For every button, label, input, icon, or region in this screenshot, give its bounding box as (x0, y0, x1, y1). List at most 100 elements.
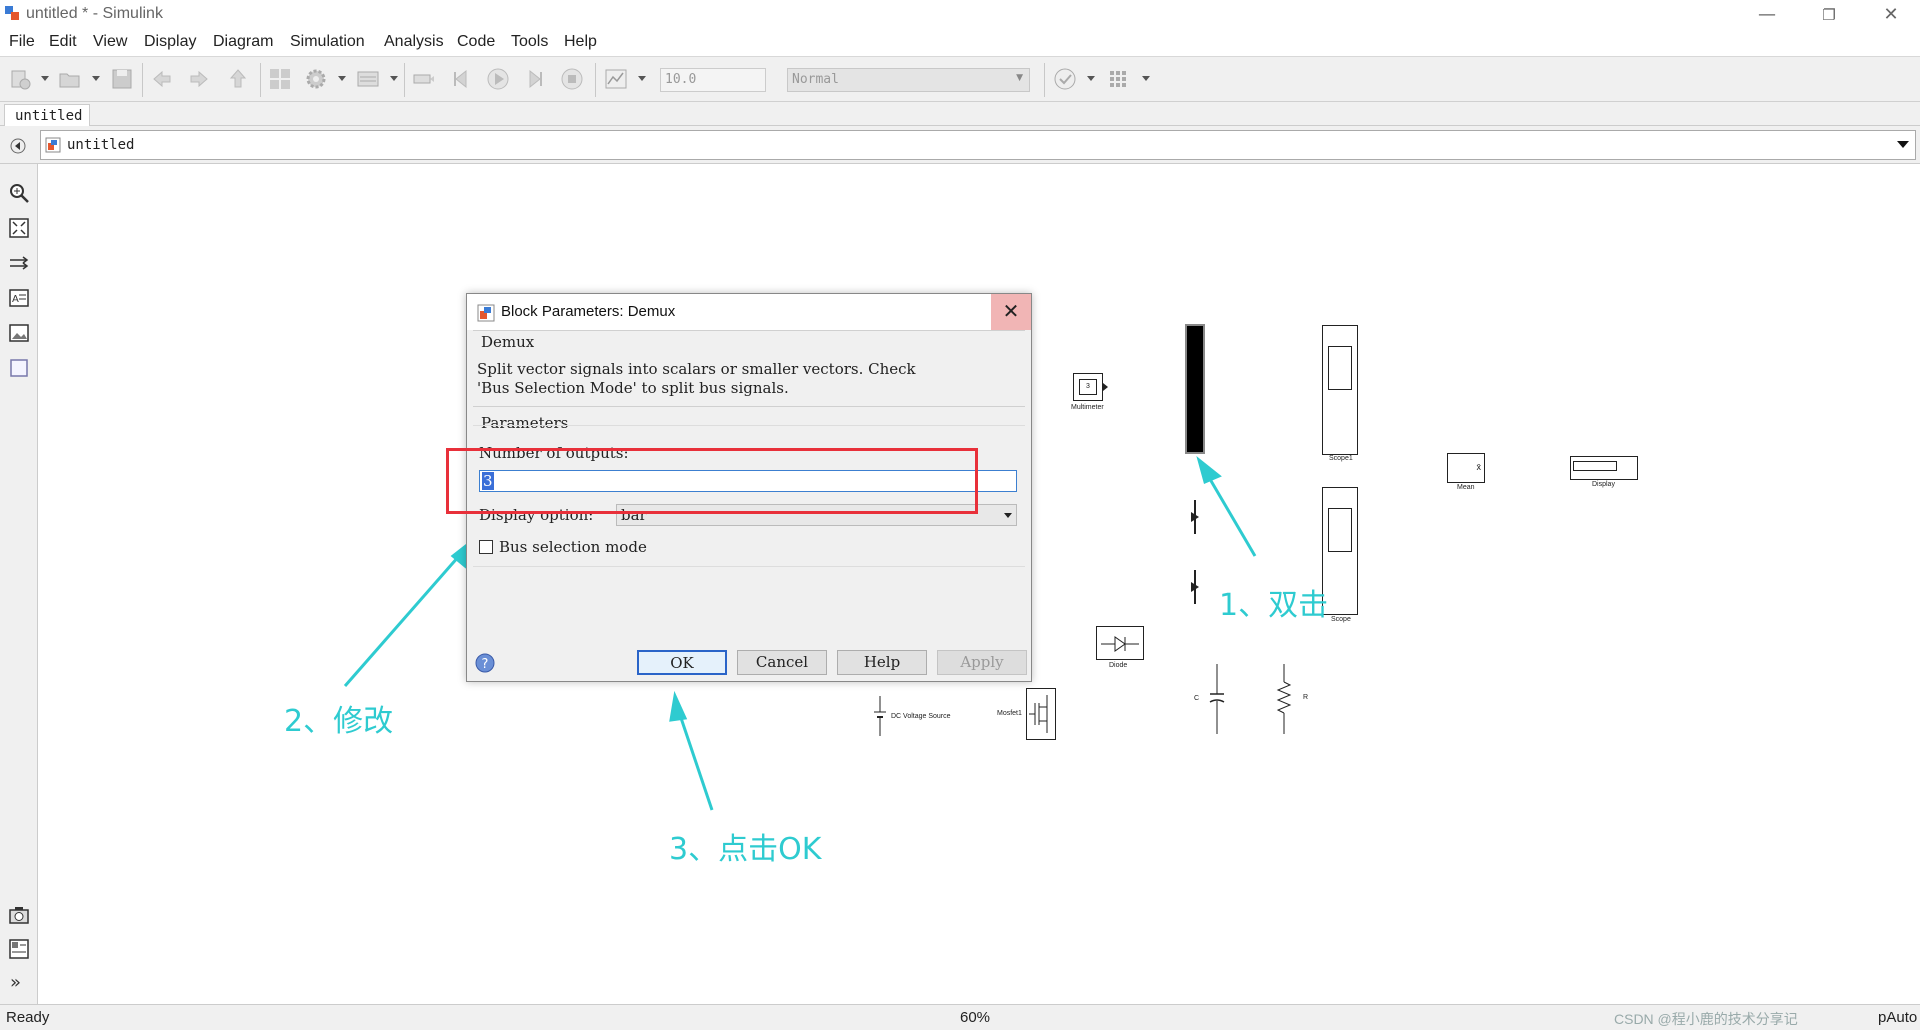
image-icon[interactable] (8, 322, 30, 344)
display-label: Display (1592, 481, 1615, 488)
capacitor-symbol-icon[interactable] (1208, 664, 1226, 734)
minimize-button[interactable]: — (1744, 2, 1790, 28)
zoom-icon[interactable] (8, 182, 30, 204)
apply-button[interactable]: Apply (937, 650, 1027, 675)
open-icon[interactable] (58, 67, 82, 91)
help-button[interactable]: Help (837, 650, 927, 675)
mean-label: Mean (1457, 484, 1475, 491)
advisor-dropdown-icon[interactable] (1087, 76, 1095, 81)
build-grid-icon[interactable] (1108, 67, 1132, 91)
multimeter-label: Multimeter (1071, 404, 1104, 411)
close-window-button[interactable]: ✕ (1868, 2, 1914, 28)
stop-icon[interactable] (560, 67, 584, 91)
dialog-close-button[interactable]: ✕ (991, 294, 1031, 330)
dc-source-symbol-icon[interactable] (873, 696, 887, 736)
diode-label: Diode (1109, 662, 1128, 669)
new-model-icon[interactable] (8, 67, 32, 91)
simulation-mode-value: Normal (792, 72, 839, 87)
annotation-step3: 3、点击OK (669, 832, 822, 867)
settings-dropdown-icon[interactable] (338, 76, 346, 81)
inspector-dropdown-icon[interactable] (638, 76, 646, 81)
step-backward-icon[interactable] (450, 67, 474, 91)
tab-bar: untitled (0, 102, 1920, 126)
highlight-box (446, 448, 978, 514)
menu-analysis[interactable]: Analysis (384, 33, 444, 51)
left-palette: A » (0, 164, 38, 1004)
model-browser-icon[interactable] (8, 938, 30, 960)
forward-icon[interactable] (187, 67, 211, 91)
menu-tools[interactable]: Tools (511, 33, 548, 51)
multimeter-block[interactable]: 3 (1073, 373, 1108, 401)
svg-text:A: A (12, 294, 19, 305)
help-question-icon[interactable]: ? (475, 653, 495, 673)
tab-untitled[interactable]: untitled (4, 104, 90, 126)
cancel-button[interactable]: Cancel (737, 650, 827, 675)
area-icon[interactable] (8, 357, 30, 379)
ok-button[interactable]: OK (637, 650, 727, 675)
menu-view[interactable]: View (93, 33, 127, 51)
demux-block[interactable] (1185, 324, 1205, 454)
annotation-icon[interactable]: A (8, 287, 30, 309)
title-bar: untitled * - Simulink — ❐ ✕ (0, 0, 1920, 28)
menu-simulation[interactable]: Simulation (290, 33, 365, 51)
restore-button[interactable]: ❐ (1806, 2, 1852, 28)
open-dropdown-icon[interactable] (92, 76, 100, 81)
up-to-parent-icon[interactable] (226, 67, 250, 91)
expand-palette-icon[interactable]: » (10, 972, 21, 993)
diode-symbol-icon (1101, 636, 1139, 652)
fit-to-view-icon[interactable] (8, 217, 30, 239)
screenshot-camera-icon[interactable] (8, 904, 30, 926)
hide-browser-icon[interactable] (10, 138, 26, 154)
arrow-step1 (1205, 473, 1257, 557)
new-dropdown-icon[interactable] (41, 76, 49, 81)
model-icon (45, 137, 61, 153)
diode-block[interactable] (1096, 626, 1144, 660)
arrow-connect-icon[interactable] (8, 252, 30, 274)
menu-bar: File Edit View Display Diagram Simulatio… (0, 28, 1920, 56)
scope-screen (1328, 346, 1352, 390)
dialog-title: Block Parameters: Demux (501, 303, 676, 320)
menu-diagram[interactable]: Diagram (213, 33, 273, 51)
data-inspector-icon[interactable] (604, 67, 628, 91)
menu-display[interactable]: Display (144, 33, 196, 51)
simulink-app-icon (5, 6, 19, 20)
multimeter-display: 3 (1079, 379, 1097, 395)
run-icon[interactable] (486, 67, 510, 91)
stop-time-input[interactable]: 10.0 (660, 68, 766, 92)
connection-port-icon (1191, 500, 1199, 534)
step-back-icon[interactable] (412, 67, 436, 91)
display-block[interactable] (1570, 456, 1638, 480)
mosfet-block[interactable] (1026, 688, 1056, 740)
menu-file[interactable]: File (9, 33, 35, 51)
toolbar: 10.0 Normal ▼ (0, 56, 1920, 102)
build-dropdown-icon[interactable] (1142, 76, 1150, 81)
resistor-symbol-icon[interactable] (1276, 664, 1292, 734)
path-dropdown-icon[interactable] (1897, 141, 1909, 148)
annotation-step2: 2、修改 (284, 704, 394, 739)
simulation-mode-select[interactable]: Normal ▼ (787, 68, 1030, 92)
description-line-2: 'Bus Selection Mode' to split bus signal… (477, 379, 789, 397)
model-advisor-icon[interactable] (1053, 67, 1077, 91)
back-icon[interactable] (150, 67, 174, 91)
step-forward-icon[interactable] (522, 67, 546, 91)
save-icon[interactable] (110, 67, 134, 91)
simulink-block-icon (477, 304, 495, 322)
arrow-step2 (343, 555, 461, 687)
resistor-label: R (1303, 694, 1309, 701)
model-path-field[interactable]: untitled (40, 130, 1916, 160)
menu-code[interactable]: Code (457, 33, 495, 51)
dc-source-label: DC Voltage Source (891, 713, 951, 720)
scope1-block[interactable] (1322, 325, 1358, 455)
scope1-label: Scope1 (1329, 455, 1353, 462)
status-text: Ready (6, 1009, 50, 1026)
menu-help[interactable]: Help (564, 33, 597, 51)
output-port-icon (1103, 383, 1108, 391)
menu-edit[interactable]: Edit (49, 33, 77, 51)
model-explorer-icon[interactable] (356, 67, 380, 91)
mean-block[interactable]: x̄ (1447, 453, 1485, 483)
settings-gear-icon[interactable] (304, 67, 328, 91)
library-browser-icon[interactable] (268, 67, 292, 91)
explorer-dropdown-icon[interactable] (390, 76, 398, 81)
block-type-label: Demux (481, 333, 535, 351)
bus-selection-checkbox[interactable] (479, 540, 493, 554)
